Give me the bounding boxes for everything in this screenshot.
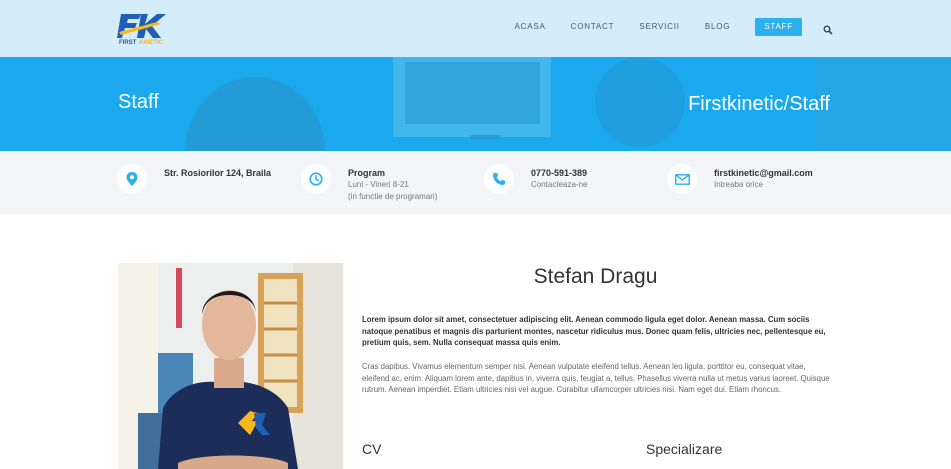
phone-number[interactable]: 0770-591-389 [531,167,587,179]
map-pin-icon [117,164,147,194]
email-caption: Intreaba orice [714,180,763,189]
staff-name: Stefan Dragu [533,265,658,288]
email-address[interactable]: firstkinetic@gmail.com [714,167,813,179]
staff-body-text: Cras dapibus. Vivamus elementum semper n… [362,362,830,394]
breadcrumb-home-link[interactable]: Firstkinetic [688,93,784,116]
program-note: (in functie de programari) [348,192,438,201]
address-text: Str. Rosiorilor 124, Braila [164,168,272,178]
page-header-banner: Staff Firstkinetic/Staff [0,57,951,151]
envelope-icon [667,164,697,194]
specializare-heading: Specializare [646,441,723,457]
staff-photo [118,263,343,469]
clock-icon [301,164,331,194]
nav-item-servicii[interactable]: SERVICII [639,18,680,36]
site-logo[interactable]: FIRST KINETIC [117,10,177,46]
nav-item-staff[interactable]: STAFF [755,18,802,36]
contact-info-bar: Str. Rosiorilor 124, Braila Program Luni… [0,151,951,214]
page-title: Staff [118,91,159,113]
breadcrumb: Firstkinetic/Staff [688,93,830,116]
nav-item-contact[interactable]: CONTACT [571,18,615,36]
nav-item-acasa[interactable]: ACASA [515,18,546,36]
search-icon[interactable] [823,22,833,35]
nav-item-blog[interactable]: BLOG [705,18,730,36]
svg-text:FIRST: FIRST [119,40,137,46]
program-title: Program [348,168,386,178]
main-nav: ACASA CONTACT SERVICII BLOG STAFF [490,18,833,36]
svg-text:KINETIC: KINETIC [139,40,164,46]
breadcrumb-current: Staff [789,93,830,115]
top-navbar: FIRST KINETIC ACASA CONTACT SERVICII BLO… [0,0,951,57]
staff-lead-text: Lorem ipsum dolor sit amet, consectetuer… [362,315,826,347]
program-hours: Luni - Vineri 8-21 [348,180,409,189]
phone-caption: Contacteaza-ne [531,180,588,189]
phone-icon [484,164,514,194]
cv-heading: CV [362,441,382,457]
